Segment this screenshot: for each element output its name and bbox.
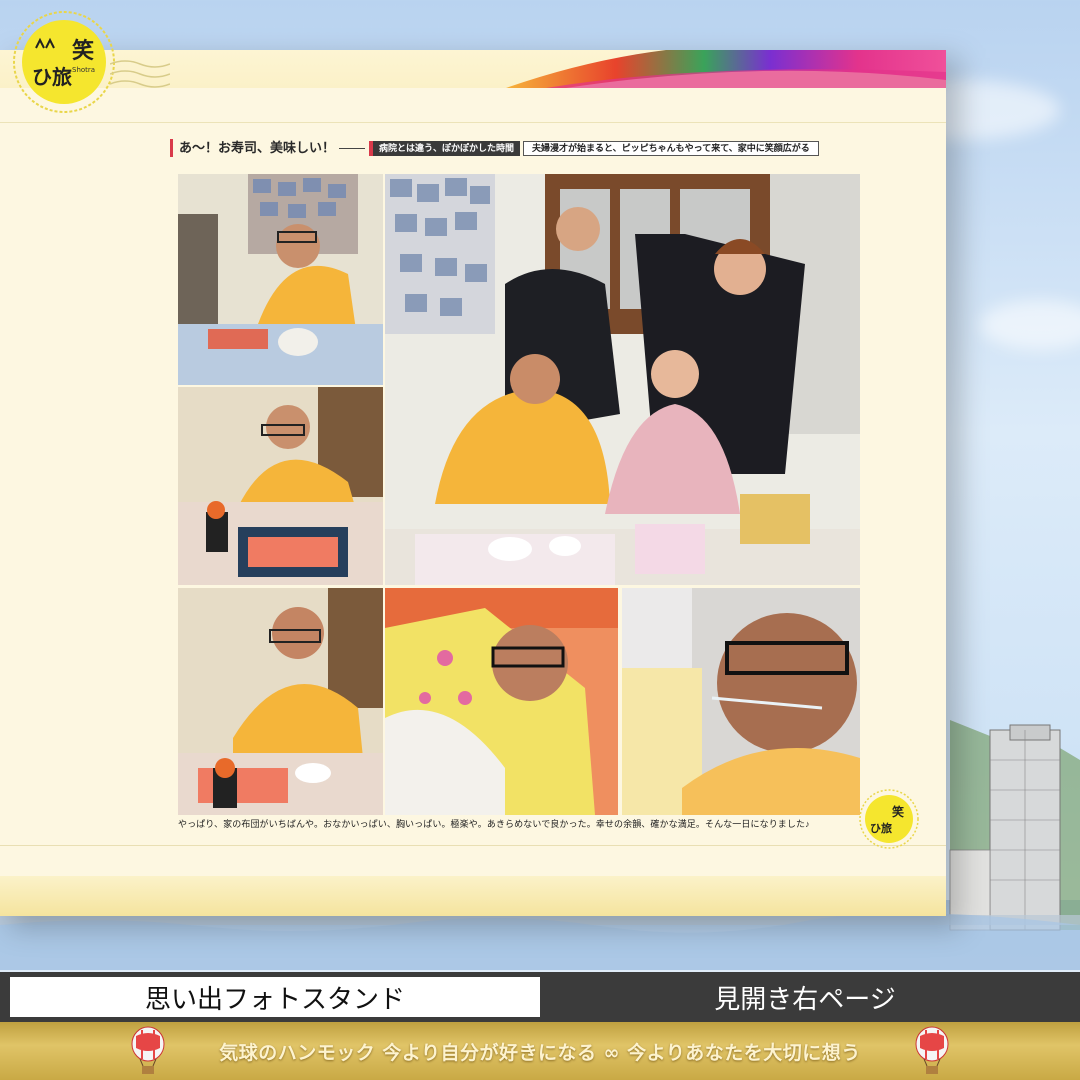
postmark-lines — [110, 60, 170, 88]
divider — [0, 845, 946, 846]
description-tag: 夫婦漫才が始まると、ピッピちゃんもやって来て、家中に笑顔広がる — [523, 140, 819, 156]
photo-man-in-bed — [385, 588, 618, 815]
svg-text:笑: 笑 — [72, 38, 94, 64]
photo-man-eating-sushi-bottom — [178, 588, 383, 815]
photo-man-resting-closeup — [622, 588, 860, 815]
photo-family-group — [385, 174, 860, 585]
hot-air-balloon-icon — [915, 1026, 949, 1074]
footer-slogan: 気球のハンモック 今より自分が好きになる ∞ 今よりあなたを大切に想う — [219, 1041, 861, 1064]
photo-man-eating-sushi-middle — [178, 387, 383, 585]
svg-text:Shotra: Shotra — [72, 66, 95, 74]
divider — [339, 147, 366, 149]
product-name-label: 思い出フォトスタンド — [10, 977, 540, 1017]
svg-text:笑: 笑 — [892, 804, 904, 819]
heading-row: あ〜！お寿司、美味しい！ 病院とは違う、ぽかぽかした時間 夫婦漫才が始まると、ピ… — [170, 138, 819, 158]
subtitle-tag: 病院とは違う、ぽかぽかした時間 — [369, 140, 521, 156]
page-side-label: 見開き右ページ — [714, 984, 896, 1015]
page-bottom-band — [0, 876, 946, 916]
svg-text:ひ旅: ひ旅 — [870, 821, 892, 835]
photo-man-eating-sushi-top — [178, 174, 383, 385]
divider — [0, 122, 946, 123]
page-title: あ〜！お寿司、美味しい！ — [170, 139, 335, 157]
photo-caption: やっぱり、家の布団がいちばんや。おなかいっぱい、胸いっぱい。極楽や。あきらめない… — [178, 819, 810, 829]
shotra-logo: 笑 ひ旅 Shotra — [13, 11, 115, 113]
cloud — [980, 300, 1080, 350]
shotra-stamp-icon: 笑 ひ旅 — [859, 789, 919, 849]
rainbow-swoosh — [506, 50, 946, 88]
svg-text:ひ旅: ひ旅 — [32, 65, 72, 89]
